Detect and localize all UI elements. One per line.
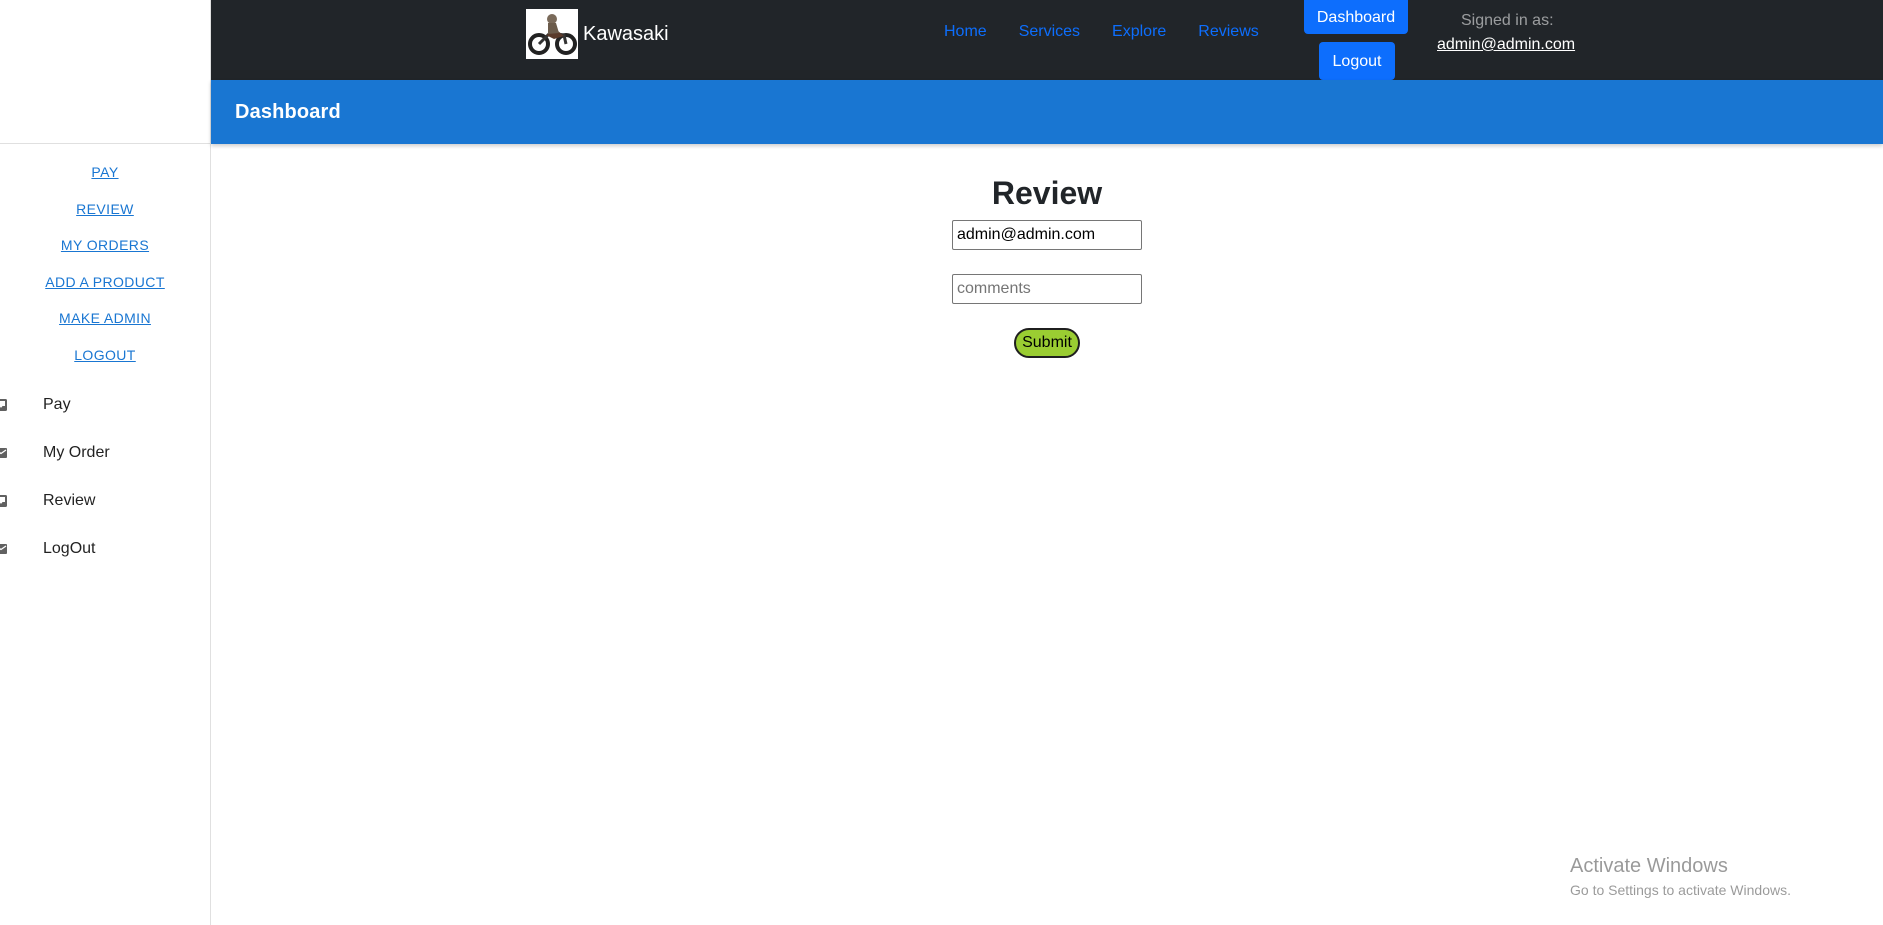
review-heading: Review	[991, 175, 1103, 211]
inbox-icon	[0, 399, 7, 411]
sidebar-item-logout[interactable]: LogOut	[0, 525, 210, 573]
nav-link-reviews[interactable]: Reviews	[1198, 23, 1258, 41]
sidebar-link-my-orders[interactable]: MY ORDERS	[15, 227, 195, 264]
brand-name: Kawasaki	[583, 22, 669, 45]
watermark-title: Activate Windows	[1570, 855, 1728, 877]
inbox-icon	[0, 495, 7, 507]
sidebar-link-review[interactable]: REVIEW	[15, 191, 195, 228]
nav-link-home[interactable]: Home	[944, 23, 987, 41]
sidebar-header	[0, 0, 210, 144]
signed-in-email-link[interactable]: admin@admin.com	[1437, 36, 1575, 54]
sidebar-link-add-product[interactable]: ADD A PRODUCT	[15, 264, 195, 301]
sidebar-item-review[interactable]: Review	[0, 477, 210, 525]
sidebar-list: Pay My Order Review LogOut	[0, 381, 210, 573]
submit-button[interactable]: Submit	[1014, 328, 1080, 358]
dashboard-button[interactable]: Dashboard	[1304, 0, 1408, 34]
sidebar-item-label: My Order	[43, 444, 110, 461]
email-field[interactable]	[952, 220, 1142, 250]
sidebar-item-my-order[interactable]: My Order	[0, 429, 210, 477]
logout-button[interactable]: Logout	[1319, 42, 1395, 80]
top-navbar: Kawasaki Home Services Explore Reviews D…	[211, 0, 1883, 80]
nav-link-services[interactable]: Services	[1019, 23, 1080, 41]
signed-in-label: Signed in as:	[1461, 12, 1554, 29]
sidebar-link-logout[interactable]: LOGOUT	[15, 337, 195, 374]
watermark-subtitle: Go to Settings to activate Windows.	[1570, 882, 1791, 898]
sidebar-links: PAY REVIEW MY ORDERS ADD A PRODUCT MAKE …	[0, 144, 210, 373]
sidebar-item-label: Pay	[43, 396, 71, 413]
activate-windows-watermark: Activate Windows Go to Settings to activ…	[1570, 855, 1791, 898]
nav-links: Home Services Explore Reviews	[944, 23, 1291, 41]
dashboard-appbar: Dashboard	[211, 80, 1883, 144]
sidebar: PAY REVIEW MY ORDERS ADD A PRODUCT MAKE …	[0, 0, 211, 925]
brand[interactable]: Kawasaki	[526, 9, 669, 59]
mail-icon	[0, 448, 7, 458]
page-title: Dashboard	[235, 101, 341, 123]
motorcycle-logo	[526, 9, 578, 59]
sidebar-link-pay[interactable]: PAY	[15, 154, 195, 191]
sidebar-link-make-admin[interactable]: MAKE ADMIN	[15, 300, 195, 337]
sidebar-item-label: LogOut	[43, 540, 96, 557]
review-form: Review Submit	[211, 175, 1883, 358]
nav-link-explore[interactable]: Explore	[1112, 23, 1166, 41]
comments-field[interactable]	[952, 274, 1142, 304]
sidebar-item-label: Review	[43, 492, 96, 509]
mail-icon	[0, 544, 7, 554]
sidebar-item-pay[interactable]: Pay	[0, 381, 210, 429]
